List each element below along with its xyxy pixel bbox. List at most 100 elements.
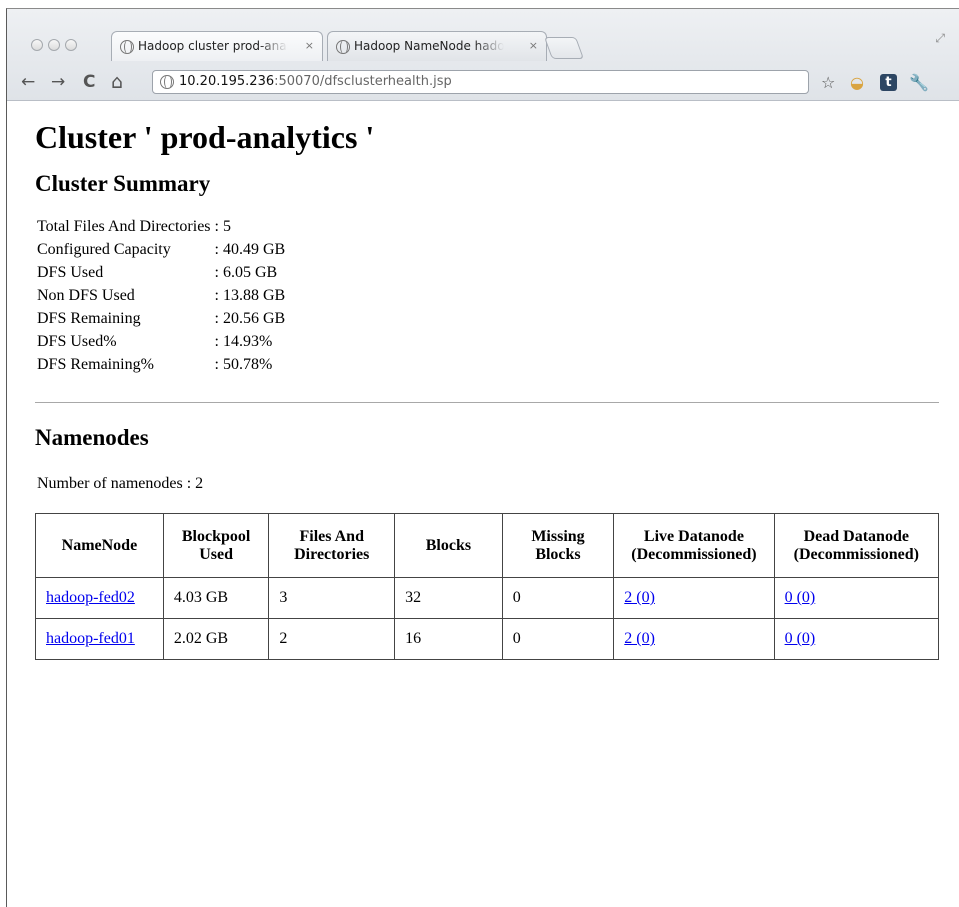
- column-header: Blocks: [394, 513, 503, 578]
- column-header-line2: Directories: [294, 545, 370, 563]
- table-cell: hadoop-fed02: [35, 577, 164, 619]
- table-cell: 0: [501, 577, 615, 619]
- summary-row: DFS Used% : 14.93%: [35, 330, 287, 353]
- table-cell: 0: [501, 618, 615, 660]
- live-datanode-link[interactable]: 2 (0): [624, 630, 655, 647]
- page-content: Cluster ' prod-analytics ' Cluster Summa…: [35, 101, 945, 660]
- cell-value: 2: [279, 630, 288, 647]
- column-header: Live Datanode (Decommissioned): [613, 513, 775, 578]
- new-tab-button[interactable]: [543, 37, 585, 59]
- fullscreen-icon[interactable]: ⤢: [935, 31, 945, 46]
- forward-button[interactable]: →: [51, 71, 65, 93]
- extension-icon[interactable]: ◒: [850, 73, 864, 92]
- browser-chrome: Hadoop cluster prod-analytic × Hadoop Na…: [7, 9, 959, 101]
- column-header-line2: Used: [199, 545, 233, 563]
- column-header-line2: (Decommissioned): [631, 545, 757, 563]
- column-header: NameNode: [35, 513, 164, 578]
- summary-value: : 14.93%: [214, 333, 273, 350]
- tab-cluster[interactable]: Hadoop cluster prod-analytic ×: [111, 31, 323, 61]
- minimize-window-button[interactable]: [48, 39, 60, 51]
- dead-datanode-link[interactable]: 0 (0): [785, 630, 816, 647]
- close-window-button[interactable]: [31, 39, 43, 51]
- summary-value: : 50.78%: [214, 356, 273, 373]
- summary-row: Configured Capacity : 40.49 GB: [35, 238, 287, 261]
- summary-value: : 6.05 GB: [214, 264, 278, 281]
- divider: [35, 402, 939, 403]
- table-cell: 0 (0): [773, 618, 940, 660]
- summary-label: DFS Used: [37, 264, 104, 281]
- address-bar[interactable]: 10.20.195.236:50070/dfsclusterhealth.jsp: [152, 70, 809, 94]
- summary-label: DFS Used%: [37, 333, 117, 350]
- column-header: Missing Blocks: [501, 513, 615, 578]
- tab-close-icon[interactable]: ×: [529, 39, 538, 52]
- namenodes-table: NameNode Blockpool Used Files And Directorie…: [35, 513, 940, 660]
- table-cell: 32: [394, 577, 503, 619]
- cell-value: 0: [512, 589, 521, 606]
- cell-value: 4.03 GB: [173, 589, 229, 606]
- table-cell: 0 (0): [773, 577, 940, 619]
- summary-label: Total Files And Directories: [37, 218, 211, 235]
- namenodes-heading: Namenodes: [35, 425, 149, 450]
- dead-datanode-link[interactable]: 0 (0): [785, 589, 816, 606]
- table-cell: 2 (0): [613, 577, 775, 619]
- summary-value: : 13.88 GB: [214, 287, 286, 304]
- column-header-line2: Blocks: [535, 545, 581, 563]
- table-cell: 2.02 GB: [162, 618, 270, 660]
- column-header-line1: Dead Datanode: [803, 527, 909, 545]
- summary-value: : 40.49 GB: [214, 241, 286, 258]
- tumblr-icon[interactable]: t: [880, 74, 897, 91]
- globe-icon: [160, 75, 174, 89]
- column-header: Dead Datanode (Decommissioned): [773, 513, 940, 578]
- summary-value: : 20.56 GB: [214, 310, 286, 327]
- summary-label: Configured Capacity: [37, 241, 171, 258]
- globe-icon: [120, 40, 134, 54]
- summary-row: Total Files And Directories: 5: [35, 215, 287, 238]
- cell-value: 3: [279, 589, 288, 606]
- tab-namenode[interactable]: Hadoop NameNode hadoop- ×: [327, 31, 547, 61]
- column-header-line1: Files And: [299, 527, 364, 545]
- browser-window: Hadoop cluster prod-analytic × Hadoop Na…: [6, 8, 959, 907]
- tab-strip: Hadoop cluster prod-analytic × Hadoop Na…: [7, 9, 959, 65]
- cluster-summary-table: Total Files And Directories: 5 Configured…: [35, 215, 287, 376]
- tab-title: Hadoop cluster prod-analytic: [138, 39, 288, 53]
- column-header: Blockpool Used: [162, 513, 270, 578]
- star-icon[interactable]: ☆: [821, 73, 835, 92]
- column-header-line1: Live Datanode: [643, 527, 744, 545]
- namenode-link[interactable]: hadoop-fed01: [46, 630, 135, 647]
- zoom-window-button[interactable]: [65, 39, 77, 51]
- wrench-icon[interactable]: 🔧: [909, 73, 929, 92]
- summary-label: DFS Remaining%: [37, 356, 154, 373]
- summary-value: : 5: [214, 218, 231, 235]
- browser-toolbar: ← → C ⌂ 10.20.195.236:50070/dfsclusterhe…: [7, 65, 959, 101]
- window-controls: [31, 39, 77, 51]
- column-header-line1: Blockpool: [181, 527, 251, 545]
- table-cell: 3: [268, 577, 396, 619]
- back-button[interactable]: ←: [21, 71, 35, 93]
- home-button[interactable]: ⌂: [111, 71, 123, 93]
- cell-value: 16: [405, 630, 422, 647]
- column-header-line1: Blocks: [425, 536, 472, 554]
- reload-button[interactable]: C: [83, 71, 95, 93]
- page-title: Cluster ' prod-analytics ': [35, 119, 375, 155]
- namenode-count: Number of namenodes : 2: [37, 475, 204, 492]
- cell-value: 0: [512, 630, 521, 647]
- column-header-line1: Missing: [531, 527, 585, 545]
- cell-value: 2.02 GB: [173, 630, 229, 647]
- column-header-line1: NameNode: [61, 536, 138, 554]
- live-datanode-link[interactable]: 2 (0): [624, 589, 655, 606]
- summary-row: DFS Remaining% : 50.78%: [35, 353, 287, 376]
- table-cell: 4.03 GB: [162, 577, 270, 619]
- column-header-line2: (Decommissioned): [793, 545, 919, 563]
- table-row: hadoop-fed01 2.02 GB 2 16 0 2 (0) 0 (0): [35, 618, 940, 660]
- url-path: :50070/dfsclusterhealth.jsp: [274, 74, 452, 89]
- cluster-summary-heading: Cluster Summary: [35, 171, 211, 196]
- namenode-link[interactable]: hadoop-fed02: [46, 589, 135, 606]
- summary-label: Non DFS Used: [37, 287, 135, 304]
- table-cell: 2 (0): [613, 618, 775, 660]
- summary-label: DFS Remaining: [37, 310, 141, 327]
- column-header: Files And Directories: [268, 513, 396, 578]
- globe-icon: [336, 40, 350, 54]
- summary-row: DFS Used : 6.05 GB: [35, 261, 287, 284]
- tab-close-icon[interactable]: ×: [305, 39, 314, 52]
- url-host: 10.20.195.236: [179, 74, 275, 89]
